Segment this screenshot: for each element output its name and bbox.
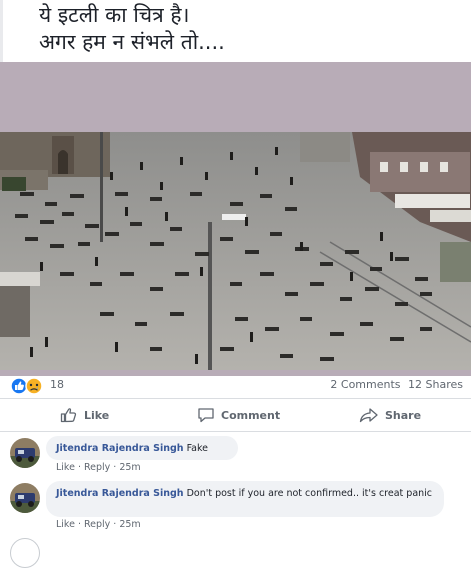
- comment-text: Fake: [186, 443, 208, 454]
- like-icon: [10, 377, 28, 395]
- comment-timestamp[interactable]: 25m: [119, 462, 140, 473]
- post-stats: 2 Comments 12 Shares: [326, 378, 463, 391]
- comment-reply-link[interactable]: Reply: [84, 519, 110, 530]
- comment-item: Jitendra Rajendra Singh Don't post if you…: [0, 481, 471, 535]
- post-actions-bar: Like Comment Share: [0, 398, 471, 432]
- comment-meta: Like · Reply · 25m: [56, 519, 141, 530]
- comment-author[interactable]: Jitendra Rajendra Singh: [56, 488, 184, 499]
- comment-like-link[interactable]: Like: [56, 462, 75, 473]
- post-text-line-1: ये इटली का चित्र है।: [39, 3, 190, 27]
- comment-button-label: Comment: [221, 408, 281, 422]
- avatar[interactable]: [10, 483, 40, 513]
- comment-button[interactable]: Comment: [197, 399, 280, 431]
- reaction-icons[interactable]: [10, 377, 46, 395]
- like-button[interactable]: Like: [60, 399, 109, 431]
- share-icon: [359, 408, 378, 423]
- shares-count-link[interactable]: 12 Shares: [408, 378, 463, 391]
- comment-text: Don't post if you are not confirmed.. it…: [186, 488, 433, 499]
- comment-reply-link[interactable]: Reply: [84, 462, 110, 473]
- share-button[interactable]: Share: [359, 399, 421, 431]
- share-button-label: Share: [385, 408, 422, 422]
- comment-like-link[interactable]: Like: [56, 519, 75, 530]
- next-comment-avatar: [10, 538, 40, 568]
- thumbs-up-icon: [60, 408, 77, 423]
- comment-meta: Like · Reply · 25m: [56, 462, 141, 473]
- post-text-line-2: अगर हम न संभले तो....: [39, 30, 225, 54]
- reaction-count[interactable]: 18: [50, 378, 64, 391]
- post-image[interactable]: [0, 132, 471, 370]
- comment-author[interactable]: Jitendra Rajendra Singh: [56, 443, 184, 454]
- like-button-label: Like: [84, 408, 110, 422]
- reactions-bar[interactable]: 18 2 Comments 12 Shares: [0, 376, 471, 398]
- comment-bubble: Jitendra Rajendra Singh Fake: [46, 436, 238, 460]
- sad-icon: [25, 377, 43, 395]
- image-letterbox-top: [0, 62, 471, 132]
- comment-icon: [198, 408, 214, 423]
- post-text: ये इटली का चित्र है। अगर हम न संभले तो..…: [0, 0, 471, 62]
- comment-item: Jitendra Rajendra Singh Fake Like · Reply · 2…: [0, 436, 471, 478]
- comments-count-link[interactable]: 2 Comments: [330, 378, 400, 391]
- avatar[interactable]: [10, 438, 40, 468]
- comment-bubble: Jitendra Rajendra Singh Don't post if you…: [46, 481, 444, 517]
- comment-timestamp[interactable]: 25m: [119, 519, 140, 530]
